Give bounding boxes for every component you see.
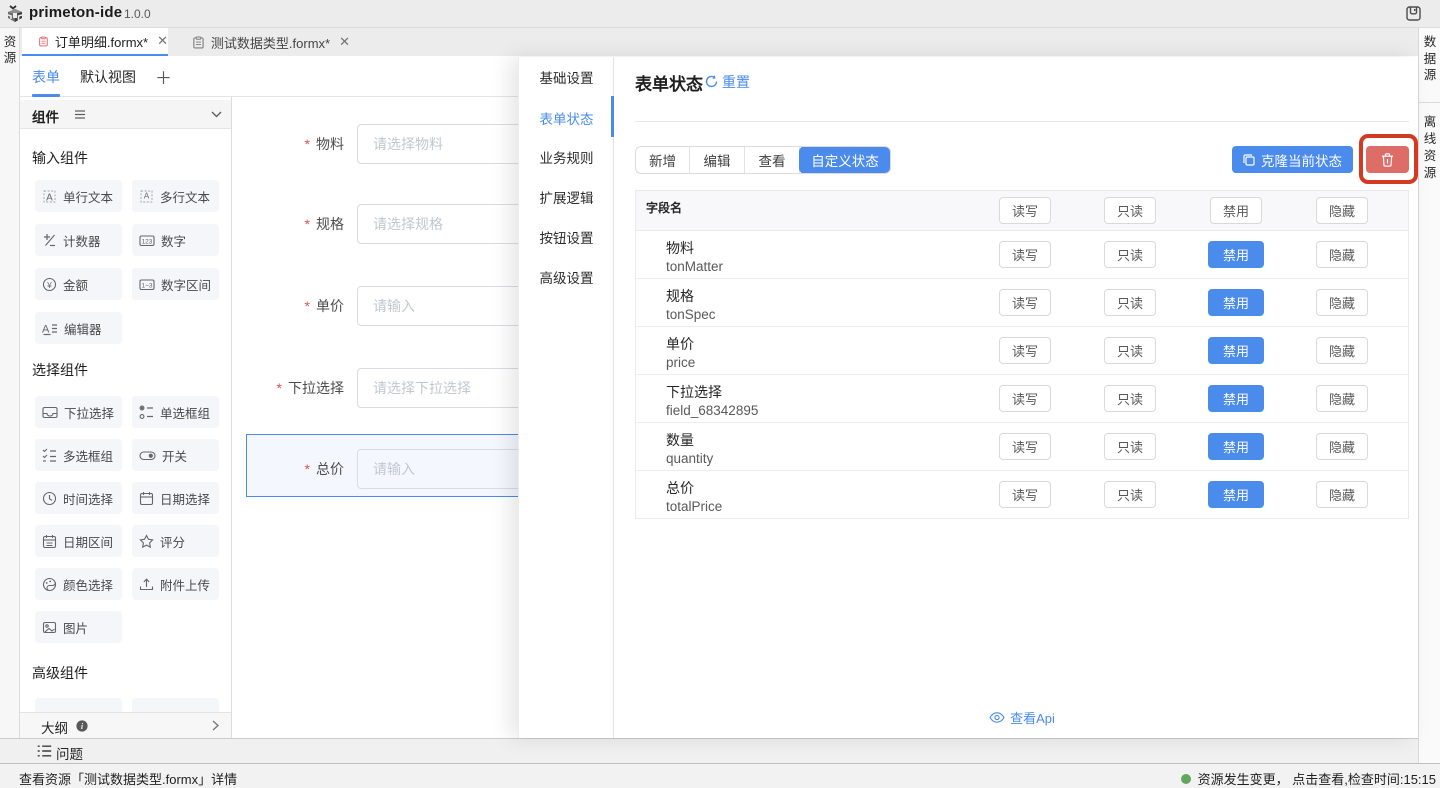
svg-text:A: A: [144, 191, 150, 200]
svg-text:1~3: 1~3: [141, 282, 152, 289]
svg-text:A: A: [46, 192, 53, 203]
svg-text:123: 123: [142, 238, 153, 245]
svg-text:A: A: [42, 323, 50, 335]
svg-text:¥: ¥: [46, 279, 52, 289]
